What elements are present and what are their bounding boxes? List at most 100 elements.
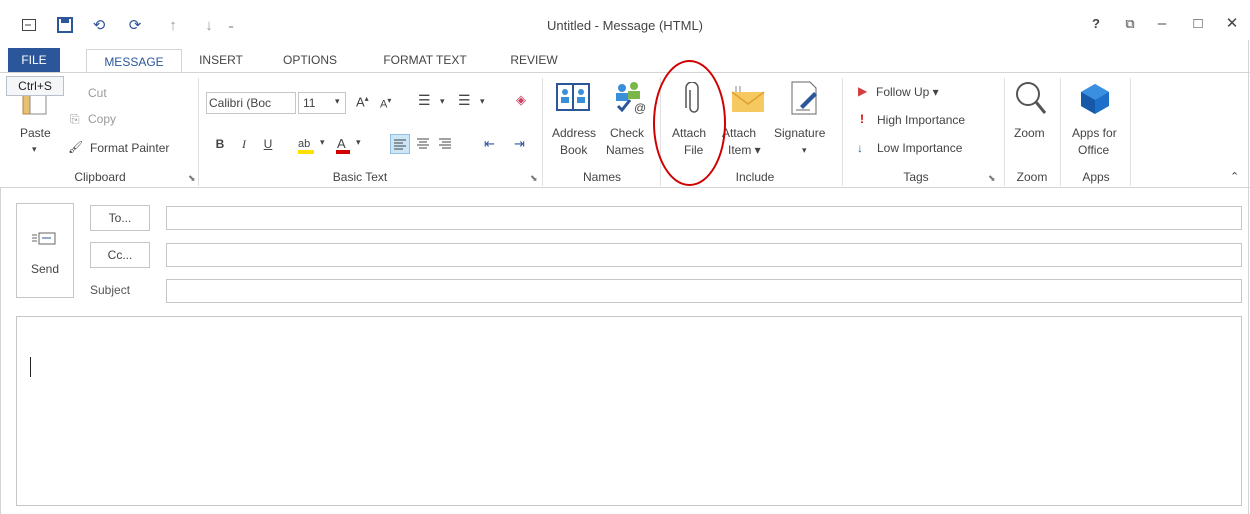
paste-button[interactable]: Paste — [20, 126, 51, 140]
group-separator — [842, 78, 843, 186]
send-button[interactable]: Send — [16, 203, 74, 298]
format-painter-button[interactable]: Format Painter — [90, 141, 169, 155]
increase-indent-icon[interactable]: ⇥ — [514, 136, 525, 152]
text-caret — [30, 357, 31, 377]
basic-text-launcher-icon[interactable]: ⬊ — [530, 173, 538, 184]
numbering-dropdown-icon[interactable]: ▾ — [480, 96, 485, 107]
grow-font-icon[interactable]: A▴ — [356, 94, 369, 109]
group-separator — [1130, 78, 1131, 186]
svg-text:A: A — [337, 136, 346, 151]
attach-file-highlight-circle — [653, 60, 726, 186]
bullets-icon[interactable]: ☰ — [418, 92, 431, 109]
shrink-font-icon[interactable]: A▾ — [380, 96, 391, 111]
align-center-icon[interactable] — [414, 134, 434, 154]
group-label-apps: Apps — [1082, 170, 1110, 184]
group-separator — [542, 78, 543, 186]
flag-icon[interactable]: ▶ — [858, 84, 867, 98]
group-label-tags: Tags — [903, 170, 929, 184]
cc-field[interactable] — [166, 243, 1242, 267]
tab-insert[interactable]: INSERT — [196, 48, 246, 72]
window-title: Untitled - Message (HTML) — [546, 18, 704, 33]
align-left-button[interactable] — [390, 134, 410, 154]
font-name-value: Calibri (Boc — [209, 96, 272, 110]
clipboard-launcher-icon[interactable]: ⬊ — [188, 173, 196, 184]
attach-item-label-1[interactable]: Attach — [722, 126, 756, 140]
italic-button[interactable]: I — [236, 134, 252, 154]
subject-field[interactable] — [166, 279, 1242, 303]
signature-dropdown-icon[interactable]: ▾ — [802, 145, 807, 156]
signature-icon[interactable] — [788, 80, 820, 119]
envelope-icon[interactable] — [730, 82, 766, 119]
send-label: Send — [30, 262, 60, 276]
font-name-select[interactable]: Calibri (Boc — [206, 92, 296, 114]
window-border — [1248, 40, 1249, 514]
help-button[interactable]: ? — [1084, 14, 1108, 34]
apps-for-office-label-2[interactable]: Office — [1078, 143, 1109, 157]
underline-button[interactable]: U — [260, 134, 276, 154]
group-separator — [1060, 78, 1061, 186]
attach-item-label-2[interactable]: Item ▾ — [728, 143, 761, 157]
tab-file[interactable]: FILE — [8, 48, 60, 72]
group-label-basic-text: Basic Text — [332, 170, 388, 184]
low-importance-button[interactable]: Low Importance — [877, 141, 962, 155]
copy-icon[interactable]: ⎘ — [70, 112, 80, 127]
format-painter-icon[interactable]: 🖌 — [68, 140, 83, 154]
group-label-zoom: Zoom — [1016, 170, 1048, 184]
maximize-button[interactable]: □ — [1186, 14, 1210, 34]
shortcut-tooltip: Ctrl+S — [6, 76, 64, 96]
cut-button[interactable]: Cut — [88, 86, 107, 100]
subject-label: Subject — [90, 283, 131, 297]
group-label-names: Names — [582, 170, 621, 184]
decrease-indent-icon[interactable]: ⇤ — [484, 136, 495, 152]
title-bar: ⟲ ⟳ ↑ ↓ ₌ Untitled - Message (HTML) ? ⧉ … — [0, 0, 1250, 48]
clear-formatting-icon[interactable]: ◈ — [516, 92, 526, 108]
apps-for-office-label-1[interactable]: Apps for — [1072, 126, 1117, 140]
collapse-ribbon-icon[interactable]: ⌃ — [1230, 170, 1239, 183]
font-size-value: 11 — [303, 96, 316, 110]
to-field[interactable] — [166, 206, 1242, 230]
numbering-icon[interactable]: ☰ — [458, 92, 471, 109]
bold-button[interactable]: B — [212, 134, 228, 154]
high-importance-icon[interactable]: ! — [860, 112, 864, 126]
zoom-button[interactable]: Zoom — [1014, 126, 1045, 140]
send-envelope-icon — [31, 230, 57, 249]
tags-launcher-icon[interactable]: ⬊ — [988, 173, 996, 184]
font-color-dropdown-icon[interactable]: ▾ — [356, 137, 361, 148]
svg-text:@: @ — [634, 101, 646, 115]
check-names-icon[interactable]: @ — [612, 80, 648, 119]
tab-message[interactable]: MESSAGE — [86, 49, 182, 73]
group-label-clipboard: Clipboard — [74, 170, 126, 184]
address-book-label-2[interactable]: Book — [560, 143, 587, 157]
group-separator — [198, 78, 199, 186]
close-button[interactable]: ✕ — [1220, 14, 1244, 34]
tab-review[interactable]: REVIEW — [506, 48, 562, 72]
cc-button[interactable]: Cc... — [90, 242, 150, 268]
message-body[interactable] — [16, 316, 1242, 506]
tab-options[interactable]: OPTIONS — [278, 48, 342, 72]
address-book-icon[interactable] — [556, 80, 590, 117]
signature-button[interactable]: Signature — [774, 126, 825, 140]
window-border — [0, 188, 1, 514]
align-right-icon[interactable] — [436, 134, 456, 154]
low-importance-icon[interactable]: ↓ — [857, 141, 863, 155]
font-color-icon[interactable]: A — [334, 134, 352, 156]
paste-dropdown-icon[interactable]: ▾ — [32, 144, 37, 155]
svg-text:ab: ab — [298, 138, 310, 150]
follow-up-button[interactable]: Follow Up ▾ — [876, 85, 939, 99]
address-book-label-1[interactable]: Address — [552, 126, 596, 140]
tab-format-text[interactable]: FORMAT TEXT — [376, 48, 474, 72]
to-button[interactable]: To... — [90, 205, 150, 231]
copy-button[interactable]: Copy — [88, 112, 116, 126]
check-names-label-2[interactable]: Names — [606, 143, 644, 157]
ribbon-display-options-button[interactable]: ⧉ — [1118, 14, 1142, 34]
bullets-dropdown-icon[interactable]: ▾ — [440, 96, 445, 107]
highlight-dropdown-icon[interactable]: ▾ — [320, 137, 325, 148]
high-importance-button[interactable]: High Importance — [877, 113, 965, 127]
magnifier-icon[interactable] — [1014, 80, 1048, 119]
check-names-label-1[interactable]: Check — [610, 126, 644, 140]
font-size-select[interactable]: 11 ▾ — [298, 92, 346, 114]
office-store-icon[interactable] — [1078, 82, 1112, 117]
chevron-down-icon: ▾ — [335, 96, 340, 106]
highlight-icon[interactable]: ab — [296, 134, 318, 156]
minimize-button[interactable]: – — [1150, 14, 1174, 34]
